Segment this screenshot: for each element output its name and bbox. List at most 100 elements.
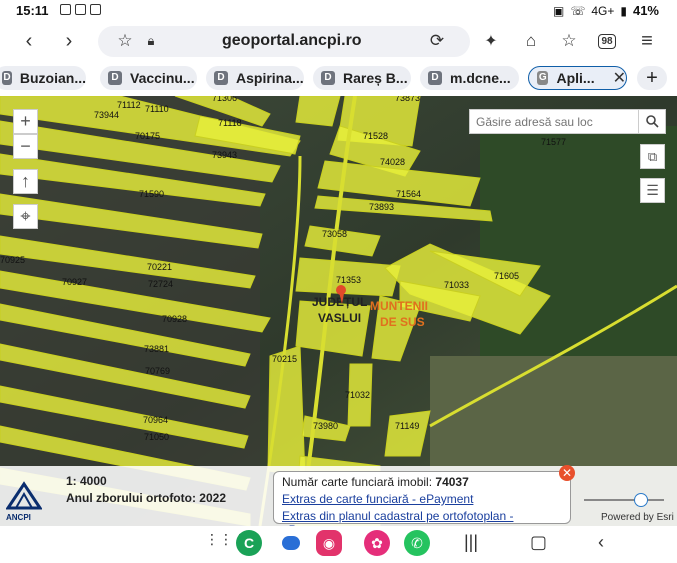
bookmarks-icon[interactable]: ☆ [556,28,582,54]
parcel[interactable] [295,300,371,357]
tab-count: 98 [598,33,616,49]
parcel-number: 73893 [369,202,394,212]
opacity-slider-track[interactable] [584,499,664,501]
village-label: MUNTENII [370,299,428,313]
parcel-number: 71149 [395,421,419,431]
basemap-icon[interactable]: ⧉ [640,144,665,169]
powered-by-label: Powered by Esri [601,512,674,523]
recents-icon[interactable]: ||| [464,532,478,553]
tab-favicon: D [2,71,12,85]
close-tab-icon[interactable]: ✕ [613,68,626,88]
tab-rares[interactable]: D Rareș B... [313,66,411,90]
new-tab-button[interactable]: + [637,66,667,90]
zoom-in-button[interactable]: + [13,109,38,134]
parcel-number: 71564 [396,189,421,199]
browser-toolbar: ‹ › ☆ 🔒︎ geoportal.ancpi.ro ⟳ ✦ ⌂ ☆ 98 ≡ [0,22,677,60]
tab-aspirina[interactable]: D Aspirina... [206,66,304,90]
parcel[interactable] [295,96,341,127]
parcel-number: 70927 [62,277,87,287]
extras-cf-link[interactable]: Extras de carte funciară - ePayment [282,492,473,506]
messages-app-icon[interactable] [278,530,304,556]
parcel-number: 71112 [117,100,141,110]
back-nav-icon[interactable]: ‹ [598,532,604,553]
parcel-number: 71033 [444,280,469,290]
search-input[interactable] [474,112,638,132]
parcel-number: 73058 [322,229,347,239]
tab-count-button[interactable]: 98 [594,28,620,54]
tab-favicon: D [428,71,442,85]
tab-vaccinu[interactable]: D Vaccinu... [100,66,197,90]
parcel[interactable] [267,345,306,477]
tab-aplicatie-active[interactable]: G Apli... ✕ [528,66,627,90]
parcel-number: 70215 [272,354,297,364]
clock: 15:11 [16,3,49,18]
home-nav-icon[interactable]: ▢ [530,532,547,553]
parcel-number: 70769 [145,366,170,376]
phone-app-icon[interactable]: C [236,530,262,556]
scale-label: 1: 4000 [66,474,107,488]
logo-text: ANCPI [6,513,31,522]
locate-button[interactable]: ⌖ [13,204,38,229]
call-icon: ☏ [570,3,586,18]
map-canvas[interactable]: 71112 71110 71306 73873 73944 71118 7152… [0,96,677,526]
reload-icon[interactable]: ⟳ [424,28,450,54]
cf-number: 74037 [435,475,469,489]
parcel-number: 71590 [139,189,164,199]
parcel-number: 70221 [147,262,172,272]
tab-favicon: G [537,71,549,85]
tab-favicon: D [214,71,228,85]
parcel-number: 70928 [162,314,187,324]
parcel-number: 71118 [218,118,242,128]
forward-button[interactable]: › [56,28,82,54]
tab-dcnews[interactable]: D m.dcne... [420,66,519,90]
battery-level: 41% [632,3,659,18]
bookmark-star-icon[interactable]: ☆ [112,28,138,54]
parcel-number: 73980 [313,421,338,431]
map-view[interactable]: 71112 71110 71306 73873 73944 71118 7152… [0,96,677,526]
tab-label: Buzoian... [19,70,86,86]
menu-icon[interactable]: ≡ [634,28,660,54]
zoom-out-button[interactable]: − [13,134,38,159]
network-label: 4G+ [591,3,615,18]
url-text[interactable]: geoportal.ancpi.ro [222,32,362,50]
tab-label: Apli... [556,70,595,86]
tab-favicon: D [108,71,122,85]
parcel-number: 71577 [541,137,566,147]
back-button[interactable]: ‹ [16,28,42,54]
parcel-number: 71050 [144,432,169,442]
flower-app-icon[interactable]: ✿ [364,530,390,556]
parcel-number: 71306 [212,96,237,103]
sparkle-icon[interactable]: ✦ [478,28,504,54]
village-label: DE SUS [380,315,425,329]
opacity-slider-handle[interactable] [634,493,648,507]
compass-button[interactable]: ↑ [13,169,38,194]
system-nav-bar: ⋮⋮⋮ C ◉ ✿ ✆ ||| ▢ ‹ [0,526,677,563]
tab-buzoian[interactable]: D Buzoian... [0,66,86,90]
parcel-number: 71528 [363,131,388,141]
parcel-number: 71032 [345,390,370,400]
popup-title: Număr carte funciară imobil: 74037 [282,475,469,489]
close-popup-icon[interactable]: ✕ [559,465,575,481]
search-icon[interactable] [638,110,665,133]
parcel-number: 72724 [148,279,173,289]
parcel-number: 70175 [135,131,160,141]
tab-label: Rareș B... [343,70,408,86]
tab-label: Aspirina... [236,70,304,86]
message-icon [75,4,86,15]
ancpi-logo-icon [5,481,43,510]
legend-icon[interactable]: ☰ [640,178,665,203]
address-search [469,109,666,134]
popup-title-prefix: Număr carte funciară imobil: [282,475,433,489]
parcel-number: 73881 [144,344,169,354]
whatsapp-app-icon[interactable]: ✆ [404,530,430,556]
parcel-number: 73873 [395,96,420,103]
signal-icon: ▮ [620,3,627,18]
home-icon[interactable]: ⌂ [518,28,544,54]
parcel-number: 70964 [143,415,168,425]
tab-strip: D Buzoian... D Vaccinu... D Aspirina... … [0,60,677,96]
camera-app-icon[interactable]: ◉ [316,530,342,556]
gallery-icon [60,4,71,15]
parcel-number: 70925 [0,255,25,265]
parcel-number: 74028 [380,157,405,167]
status-right: ▣ ☏ 4G+ ▮ 41% [553,3,659,18]
